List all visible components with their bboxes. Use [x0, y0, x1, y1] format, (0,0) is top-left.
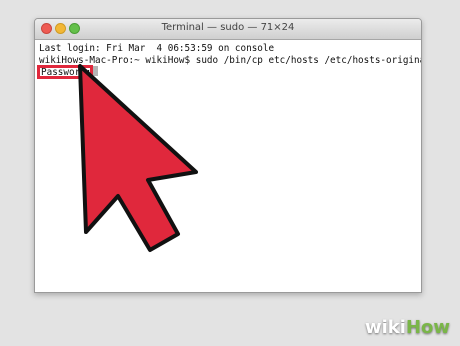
pointer-arrow-icon — [78, 64, 198, 252]
logo-wiki: wiki — [364, 317, 406, 338]
arrow-shape — [78, 64, 198, 252]
logo-how: How — [405, 317, 450, 338]
wikihow-logo: wikiHow — [365, 317, 450, 338]
